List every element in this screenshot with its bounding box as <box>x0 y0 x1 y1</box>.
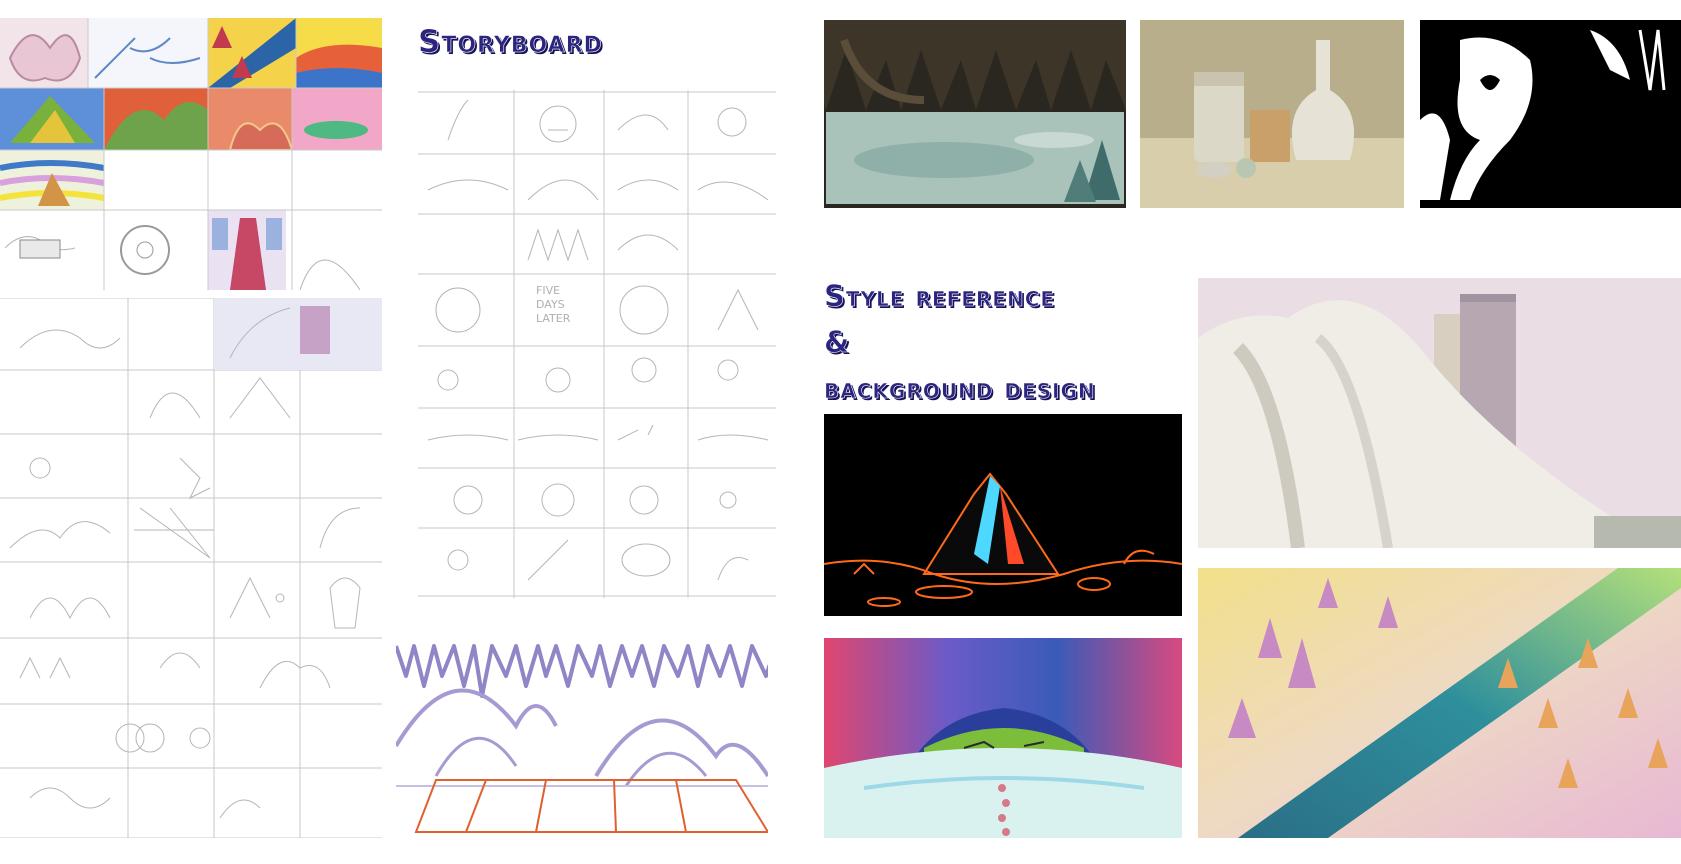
storyboard-heading: Storyboard Storyboard <box>418 22 638 68</box>
storyboard-sheet-left <box>0 298 382 838</box>
style-heading-line-2: & <box>824 325 850 359</box>
cave-stalactite-line-drawing <box>396 636 768 836</box>
style-heading-line-1: Style reference <box>824 279 1055 313</box>
color-thumbnails <box>0 18 382 290</box>
black-white-silhouette <box>1420 20 1681 208</box>
volcano-neon-background <box>824 414 1182 616</box>
sketch-text-days: DAYS <box>536 298 565 311</box>
style-heading-line-3: background design <box>824 371 1096 405</box>
storyboard-sheet-center: FIVE DAYS LATER <box>418 90 776 598</box>
colored-pencil-cave-background <box>824 638 1182 838</box>
style-reference-heading: Style reference Style reference & & back… <box>824 278 1184 414</box>
sketch-text-later: LATER <box>536 312 571 325</box>
sketch-text-five: FIVE <box>536 284 560 297</box>
still-life-bottles-painting <box>1140 20 1404 208</box>
storyboard-heading-text: Storyboard <box>418 24 603 60</box>
cave-lake-painting <box>824 20 1126 208</box>
white-mountain-towers-background <box>1198 278 1681 548</box>
river-pastel-background <box>1198 568 1681 838</box>
